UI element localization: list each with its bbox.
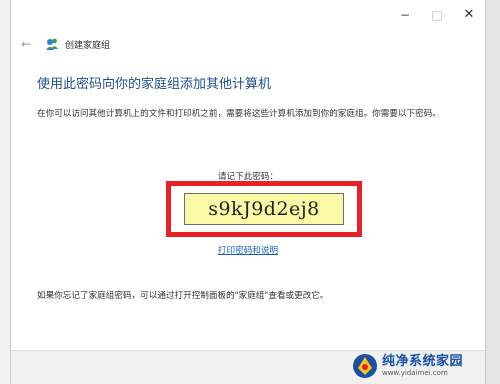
- page-heading: 使用此密码向你的家庭组添加其他计算机: [37, 77, 272, 92]
- title-bar: − □ ✕: [11, 0, 485, 30]
- print-link-row: 打印密码和说明: [11, 244, 485, 256]
- desktop-background-strip: [486, 0, 500, 384]
- create-homegroup-window: − □ ✕ ← 创建家庭组 使用此密码向你的家庭组添加其他计算机 在你可以访问其…: [10, 0, 486, 384]
- window-title: 创建家庭组: [65, 40, 111, 51]
- password-highlight-frame: s9kJ9d2ej8: [166, 181, 362, 237]
- nav-row: ← 创建家庭组: [21, 34, 110, 54]
- maximize-button[interactable]: □: [425, 6, 449, 24]
- minimize-button[interactable]: −: [393, 6, 417, 24]
- watermark-url: www.yidaimei.com: [382, 369, 448, 377]
- watermark: 纯净系统家园 www.yidaimei.com: [352, 350, 492, 382]
- password-display: s9kJ9d2ej8: [184, 193, 344, 225]
- watermark-brand: 纯净系统家园: [382, 354, 464, 369]
- print-password-link[interactable]: 打印密码和说明: [218, 246, 278, 256]
- close-button[interactable]: ✕: [457, 6, 481, 24]
- back-arrow-icon[interactable]: ←: [21, 37, 37, 51]
- screen: − □ ✕ ← 创建家庭组 使用此密码向你的家庭组添加其他计算机 在你可以访问其…: [0, 0, 500, 384]
- description-text: 在你可以访问其他计算机上的文件和打印机之前，需要将这些计算机添加到你的家庭组。你…: [37, 109, 441, 119]
- forgot-password-note: 如果你忘记了家庭组密码，可以通过打开控制面板的"家庭组"查看或更改它。: [37, 291, 329, 301]
- watermark-logo-icon: [353, 354, 377, 378]
- homegroup-icon: [46, 38, 58, 50]
